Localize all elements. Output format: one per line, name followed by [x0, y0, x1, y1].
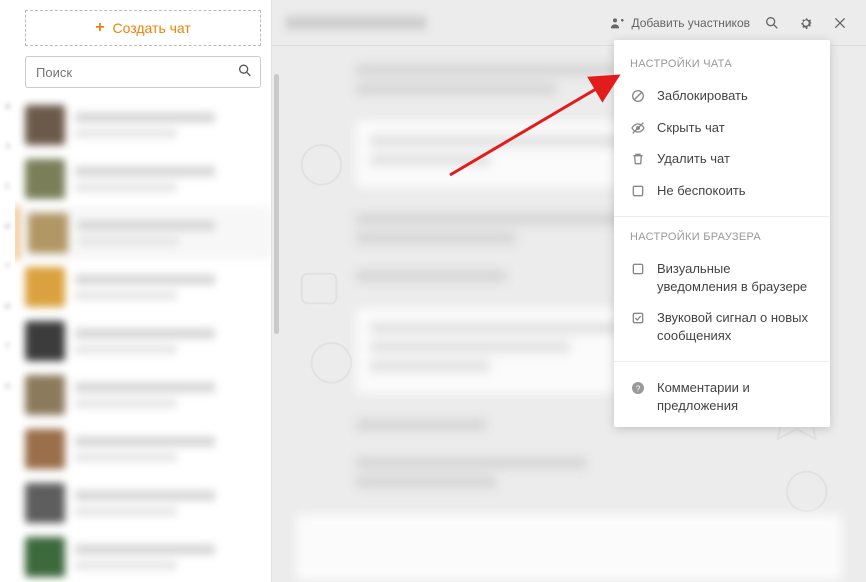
trash-icon	[630, 150, 646, 167]
add-participants-label: Добавить участников	[631, 16, 750, 30]
conversation-item[interactable]	[15, 206, 271, 260]
settings-item-label: Удалить чат	[657, 150, 730, 168]
settings-item-sound-notif[interactable]: Звуковой сигнал о новых сообщениях	[614, 302, 830, 351]
gear-icon	[798, 15, 814, 31]
panel-divider	[614, 361, 830, 362]
conversation-meta	[75, 382, 261, 408]
settings-gear-button[interactable]	[794, 11, 818, 35]
settings-item-label: Не беспокоить	[657, 182, 746, 200]
eye-off-icon	[630, 119, 646, 136]
group-add-icon	[609, 15, 625, 31]
chat-title	[286, 16, 426, 30]
scrollbar-thumb[interactable]	[274, 74, 279, 334]
settings-item-label: Скрыть чат	[657, 119, 725, 137]
conversation-item[interactable]	[15, 314, 271, 368]
avatar	[25, 429, 65, 469]
close-button[interactable]	[828, 11, 852, 35]
sidebar: + Создать чат	[15, 0, 272, 582]
message	[356, 457, 852, 488]
header-search-button[interactable]	[760, 11, 784, 35]
plus-icon: +	[95, 19, 104, 37]
conversation-item[interactable]	[15, 422, 271, 476]
question-icon: ?	[630, 379, 646, 396]
settings-item-delete[interactable]: Удалить чат	[614, 143, 830, 175]
settings-item-visual-notif[interactable]: Визуальные уведомления в браузере	[614, 253, 830, 302]
search-icon	[764, 15, 780, 31]
settings-item-block[interactable]: Заблокировать	[614, 80, 830, 112]
conversation-meta	[78, 220, 261, 246]
conversation-meta	[75, 328, 261, 354]
svg-text:?: ?	[636, 384, 641, 394]
search-input[interactable]	[25, 56, 261, 88]
settings-section-chat-title: НАСТРОЙКИ ЧАТА	[614, 54, 830, 80]
conversation-meta	[75, 436, 261, 462]
message-input-area[interactable]	[296, 514, 842, 580]
search-icon[interactable]	[237, 63, 253, 82]
add-participants-button[interactable]: Добавить участников	[609, 15, 750, 31]
page-left-strip: азситито	[0, 0, 15, 582]
conversation-item[interactable]	[15, 368, 271, 422]
settings-item-label: Звуковой сигнал о новых сообщениях	[657, 309, 814, 344]
checkbox-empty-icon	[630, 182, 646, 199]
avatar	[25, 375, 65, 415]
conversation-meta	[75, 166, 261, 192]
avatar	[25, 321, 65, 361]
conversation-meta	[75, 490, 261, 516]
settings-section-browser-title: НАСТРОЙКИ БРАУЗЕРА	[614, 227, 830, 253]
settings-item-label: Заблокировать	[657, 87, 748, 105]
conversation-meta	[75, 544, 261, 570]
conversation-meta	[75, 112, 261, 138]
checkbox-checked-icon	[630, 309, 646, 326]
conversation-item[interactable]	[15, 152, 271, 206]
avatar	[25, 159, 65, 199]
create-chat-label: Создать чат	[113, 20, 191, 36]
avatar	[25, 537, 65, 577]
avatar	[28, 213, 68, 253]
avatar	[25, 267, 65, 307]
chat-settings-panel: НАСТРОЙКИ ЧАТА Заблокировать Скрыть чат …	[614, 40, 830, 427]
avatar	[25, 483, 65, 523]
settings-item-label: Визуальные уведомления в браузере	[657, 260, 814, 295]
settings-item-hide[interactable]: Скрыть чат	[614, 112, 830, 144]
conversation-meta	[75, 274, 261, 300]
block-icon	[630, 87, 646, 104]
panel-divider	[614, 216, 830, 217]
settings-item-dnd[interactable]: Не беспокоить	[614, 175, 830, 207]
settings-item-feedback[interactable]: ? Комментарии и предложения	[614, 372, 830, 421]
create-chat-button[interactable]: + Создать чат	[25, 10, 261, 46]
close-icon	[832, 15, 848, 31]
conversation-item[interactable]	[15, 98, 271, 152]
conversation-item[interactable]	[15, 530, 271, 582]
conversation-item[interactable]	[15, 476, 271, 530]
conversation-list	[15, 98, 271, 582]
checkbox-empty-icon	[630, 260, 646, 277]
settings-item-label: Комментарии и предложения	[657, 379, 814, 414]
conversation-item[interactable]	[15, 260, 271, 314]
avatar	[25, 105, 65, 145]
